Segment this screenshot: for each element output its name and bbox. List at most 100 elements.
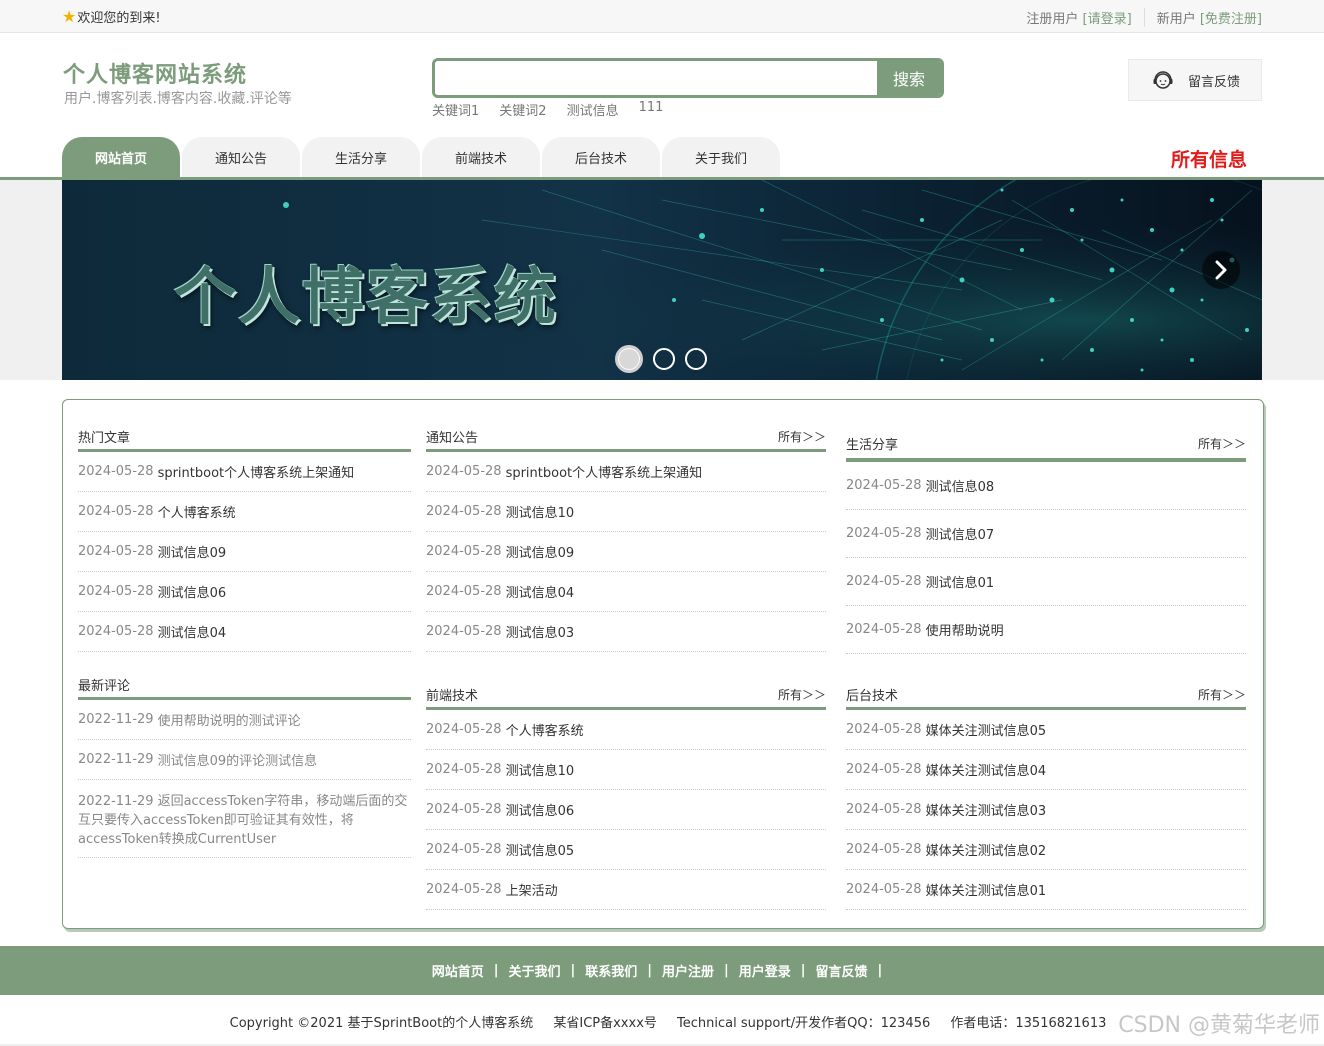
footer-link-feedback[interactable]: 留言反馈 [816, 961, 868, 980]
list-item[interactable]: 2024-05-28 测试信息06 [78, 572, 411, 612]
chevron-right-icon [1215, 260, 1227, 280]
list-item[interactable]: 2024-05-28 测试信息10 [426, 750, 826, 790]
list-item[interactable]: 2024-05-28 媒体关注测试信息02 [846, 830, 1246, 870]
footer-link-contact[interactable]: 联系我们 [585, 961, 637, 980]
register-group: 新用户 [免费注册] [1143, 8, 1262, 27]
list-item[interactable]: 2024-05-28 测试信息06 [426, 790, 826, 830]
footer-separator: | [877, 963, 883, 978]
list-item[interactable]: 2024-05-28 测试信息10 [426, 492, 826, 532]
tab-life[interactable]: 生活分享 [302, 137, 420, 177]
carousel-dot[interactable] [615, 345, 643, 373]
list-item[interactable]: 2024-05-28 测试信息08 [846, 462, 1246, 510]
registered-user-label: 注册用户 [1026, 12, 1079, 27]
list-item[interactable]: 2024-05-28 使用帮助说明 [846, 606, 1246, 654]
footer-separator: | [647, 963, 652, 978]
main-nav: 网站首页 通知公告 生活分享 前端技术 后台技术 关于我们 [62, 137, 782, 177]
carousel-dot[interactable] [685, 348, 707, 370]
comment-item[interactable]: 2022-11-29 使用帮助说明的测试评论 [78, 700, 411, 740]
new-user-label: 新用户 [1156, 12, 1196, 27]
section-title: 通知公告 [426, 431, 479, 446]
more-link[interactable]: 所有＞＞ [778, 428, 826, 445]
carousel-next-button[interactable] [1202, 251, 1240, 289]
list-item[interactable]: 2024-05-28 个人博客系统 [426, 710, 826, 750]
tab-notice[interactable]: 通知公告 [182, 137, 300, 177]
list-item[interactable]: 2024-05-28 sprintboot个人博客系统上架通知 [426, 452, 826, 492]
top-bar: ★ 欢迎您的到来! 注册用户 [请登录] 新用户 [免费注册] [0, 0, 1324, 33]
support-text: Technical support/开发作者QQ：123456 [677, 1016, 931, 1031]
login-link[interactable]: [请登录] [1083, 12, 1132, 27]
frontend-section: 前端技术 所有＞＞ 2024-05-28 个人博客系统 2024-05-28 测试信… [426, 670, 826, 910]
section-header: 通知公告 所有＞＞ [426, 412, 826, 452]
tab-frontend[interactable]: 前端技术 [422, 137, 540, 177]
feedback-button[interactable]: 留言反馈 [1128, 59, 1262, 101]
list-item[interactable]: 2024-05-28 媒体关注测试信息04 [846, 750, 1246, 790]
list-item[interactable]: 2024-05-28 上架活动 [426, 870, 826, 910]
hot-keywords: 关键词1 关键词2 测试信息 111 [432, 100, 683, 119]
list-item[interactable]: 2024-05-28 个人博客系统 [78, 492, 411, 532]
list-item[interactable]: 2024-05-28 媒体关注测试信息03 [846, 790, 1246, 830]
footer-link-register[interactable]: 用户注册 [662, 961, 714, 980]
tab-backend[interactable]: 后台技术 [542, 137, 660, 177]
footer-link-home[interactable]: 网站首页 [432, 961, 484, 980]
tab-about[interactable]: 关于我们 [662, 137, 780, 177]
footer-link-about[interactable]: 关于我们 [508, 961, 560, 980]
keyword-link[interactable]: 关键词1 [432, 100, 479, 119]
hot-articles-section: 热门文章 2024-05-28 sprintboot个人博客系统上架通知 2024… [78, 412, 411, 652]
list-item[interactable]: 2024-05-28 测试信息07 [846, 510, 1246, 558]
register-link[interactable]: [免费注册] [1200, 12, 1262, 27]
star-icon: ★ [62, 6, 77, 26]
login-group: 注册用户 [请登录] [1014, 8, 1143, 27]
carousel-dot[interactable] [653, 348, 675, 370]
icp-text: 某省ICP备xxxx号 [553, 1016, 657, 1031]
section-title: 后台技术 [846, 689, 899, 704]
list-item[interactable]: 2024-05-28 测试信息09 [426, 532, 826, 572]
banner-area: 个人博客系统 [0, 180, 1324, 380]
search-input[interactable] [435, 61, 877, 95]
latest-comments-section: 最新评论 2022-11-29 使用帮助说明的测试评论 2022-11-29 测试信… [78, 660, 411, 858]
notice-section: 通知公告 所有＞＞ 2024-05-28 sprintboot个人博客系统上架通知… [426, 412, 826, 652]
list-item[interactable]: 2024-05-28 sprintboot个人博客系统上架通知 [78, 452, 411, 492]
list-item[interactable]: 2024-05-28 测试信息03 [426, 612, 826, 652]
comment-item[interactable]: 2022-11-29 测试信息09的评论测试信息 [78, 740, 411, 780]
site-title: 个人博客网站系统 [63, 63, 248, 88]
section-header: 后台技术 所有＞＞ [846, 670, 1246, 710]
tab-home[interactable]: 网站首页 [62, 137, 180, 177]
phone-text: 作者电话：13516821613 [950, 1016, 1107, 1031]
list-item[interactable]: 2024-05-28 测试信息04 [426, 572, 826, 612]
carousel-indicators [615, 345, 717, 373]
footer-separator: | [724, 963, 729, 978]
site-subtitle: 用户.博客列表.博客内容.收藏.评论等 [64, 91, 292, 107]
list-item[interactable]: 2024-05-28 媒体关注测试信息01 [846, 870, 1246, 910]
copyright-text: Copyright ©2021 基于SprintBoot的个人博客系统 [229, 1016, 534, 1031]
search-button[interactable]: 搜索 [877, 61, 941, 95]
more-link[interactable]: 所有＞＞ [1198, 435, 1246, 452]
footer-nav: 网站首页 | 关于我们 | 联系我们 | 用户注册 | 用户登录 | 留言反馈 | [0, 946, 1324, 995]
section-title: 前端技术 [426, 689, 479, 704]
all-info-link[interactable]: 所有信息 [1171, 145, 1247, 172]
section-title: 生活分享 [846, 437, 899, 453]
comment-item[interactable]: 2022-11-29 返回accessToken字符串，移动端后面的交互只要传入a… [78, 780, 411, 858]
account-links: 注册用户 [请登录] 新用户 [免费注册] [1014, 8, 1262, 27]
section-header: 生活分享 所有＞＞ [846, 416, 1246, 462]
welcome-text: 欢迎您的到来! [77, 11, 161, 26]
feedback-label: 留言反馈 [1188, 74, 1241, 90]
more-link[interactable]: 所有＞＞ [1198, 686, 1246, 703]
list-item[interactable]: 2024-05-28 测试信息09 [78, 532, 411, 572]
list-item[interactable]: 2024-05-28 测试信息01 [846, 558, 1246, 606]
keyword-link[interactable]: 关键词2 [499, 100, 546, 119]
keyword-link[interactable]: 测试信息 [567, 100, 619, 119]
banner-carousel: 个人博客系统 [62, 180, 1262, 380]
more-link[interactable]: 所有＞＞ [778, 686, 826, 703]
section-header: 热门文章 [78, 412, 411, 452]
list-item[interactable]: 2024-05-28 测试信息04 [78, 612, 411, 652]
section-header: 最新评论 [78, 660, 411, 700]
search-bar: 搜索 [432, 58, 944, 98]
keyword-link[interactable]: 111 [639, 100, 664, 119]
list-item[interactable]: 2024-05-28 测试信息05 [426, 830, 826, 870]
content-panel: 热门文章 2024-05-28 sprintboot个人博客系统上架通知 2024… [62, 399, 1264, 929]
banner-title: 个人博客系统 [174, 260, 559, 333]
footer-separator: | [493, 963, 499, 978]
list-item[interactable]: 2024-05-28 媒体关注测试信息05 [846, 710, 1246, 750]
life-section: 生活分享 所有＞＞ 2024-05-28 测试信息08 2024-05-28 测试信… [846, 416, 1246, 654]
footer-link-login[interactable]: 用户登录 [739, 961, 791, 980]
